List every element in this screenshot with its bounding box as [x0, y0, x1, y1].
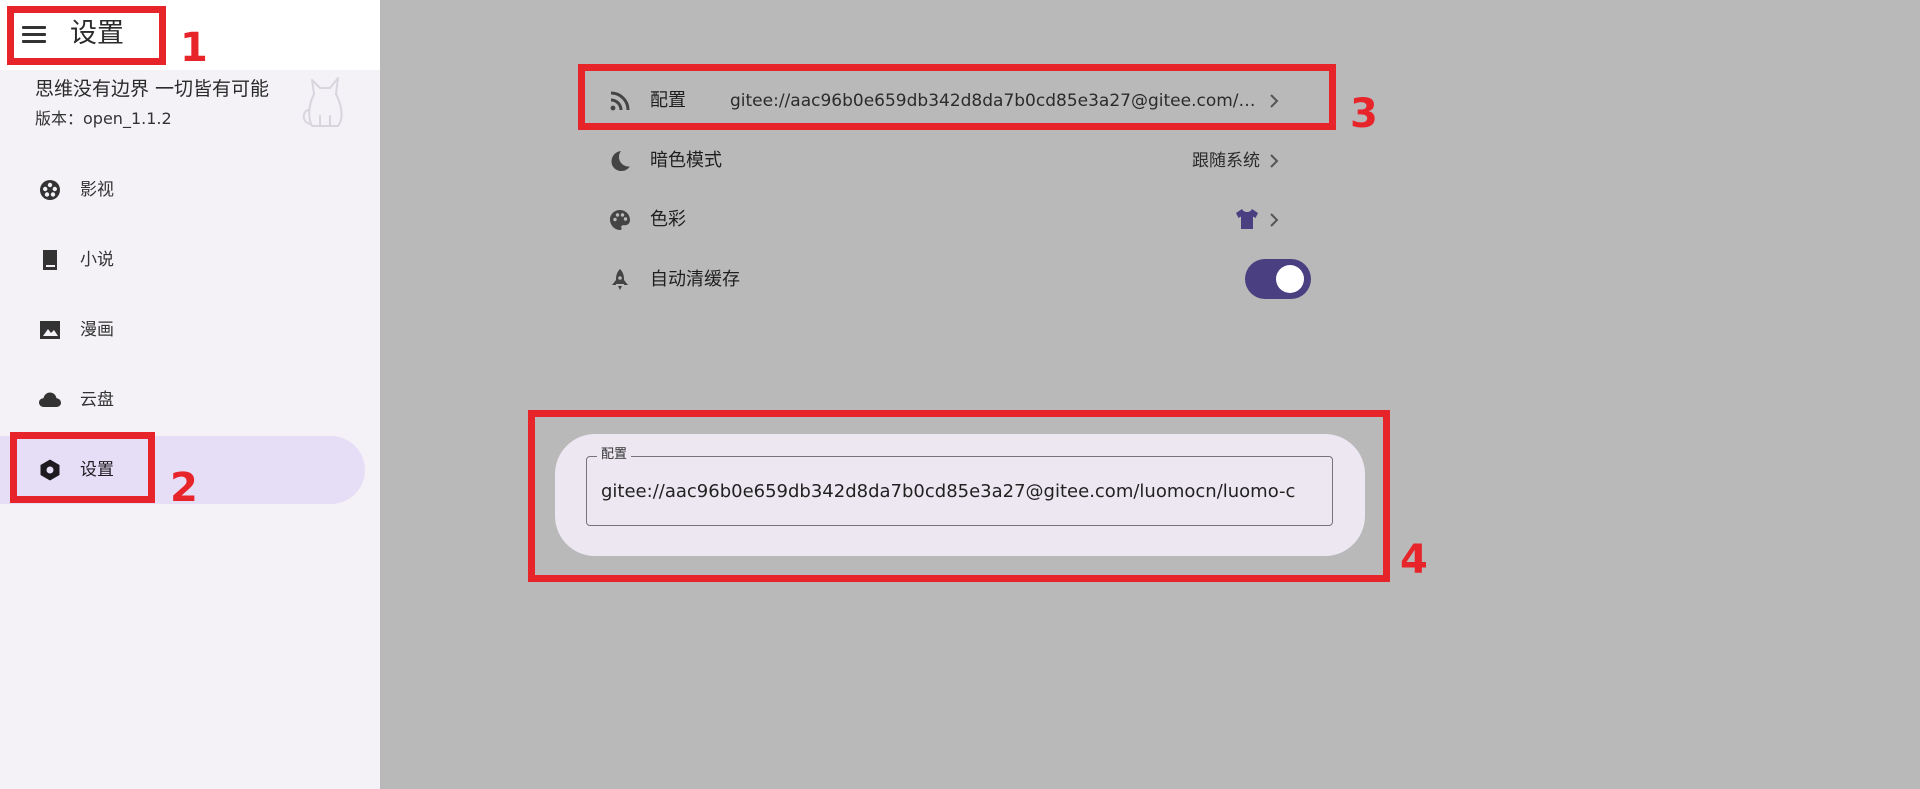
book-icon — [43, 250, 57, 270]
sidebar-item-movies[interactable]: 影视 — [0, 156, 365, 224]
annotation-box-3 — [578, 64, 1336, 130]
moon-icon — [611, 151, 630, 171]
cloud-icon — [39, 392, 61, 407]
setting-value: 跟随系统 — [1192, 151, 1260, 171]
film-reel-icon — [40, 180, 60, 200]
annotation-box-4 — [528, 410, 1390, 582]
setting-color[interactable]: 色彩 — [590, 192, 1310, 248]
toggle-knob — [1276, 265, 1304, 293]
chevron-right-icon — [1270, 154, 1279, 168]
slogan-text: 思维没有边界 一切皆有可能 — [35, 78, 270, 100]
chevron-right-icon — [1270, 213, 1279, 227]
sidebar-item-label: 漫画 — [80, 320, 114, 340]
sidebar-item-cloud-drive[interactable]: 云盘 — [0, 366, 365, 434]
setting-label: 暗色模式 — [650, 150, 722, 171]
annotation-box-2 — [10, 432, 155, 503]
annotation-number-3: 3 — [1350, 91, 1378, 137]
version-label: 版本： — [35, 109, 84, 128]
annotation-number-2: 2 — [170, 465, 198, 511]
sidebar-item-novels[interactable]: 小说 — [0, 226, 365, 294]
image-icon — [40, 321, 60, 339]
annotation-box-1 — [7, 6, 166, 65]
setting-dark-mode[interactable]: 暗色模式 跟随系统 — [590, 133, 1310, 189]
auto-clear-cache-toggle[interactable] — [1245, 259, 1311, 299]
setting-auto-clear-cache[interactable]: 自动清缓存 — [590, 252, 1310, 308]
sidebar-item-label: 云盘 — [80, 390, 114, 410]
tshirt-icon — [1236, 209, 1258, 229]
version-info: 版本：open_1.1.2 — [35, 107, 172, 131]
sidebar-item-label: 小说 — [80, 250, 114, 270]
sidebar-item-label: 影视 — [80, 180, 114, 200]
annotation-number-4: 4 — [1400, 537, 1428, 583]
version-number: open_1.1.2 — [83, 109, 172, 128]
palette-icon — [610, 210, 630, 230]
setting-label: 色彩 — [650, 209, 686, 230]
sidebar-item-comics[interactable]: 漫画 — [0, 296, 365, 364]
annotation-number-1: 1 — [180, 25, 208, 71]
cat-logo-icon — [302, 77, 343, 127]
rocket-icon — [612, 269, 628, 290]
setting-label: 自动清缓存 — [650, 269, 740, 290]
navigation-drawer: 设置 思维没有边界 一切皆有可能 版本：open_1.1.2 影视 小说 漫画 … — [0, 0, 380, 789]
